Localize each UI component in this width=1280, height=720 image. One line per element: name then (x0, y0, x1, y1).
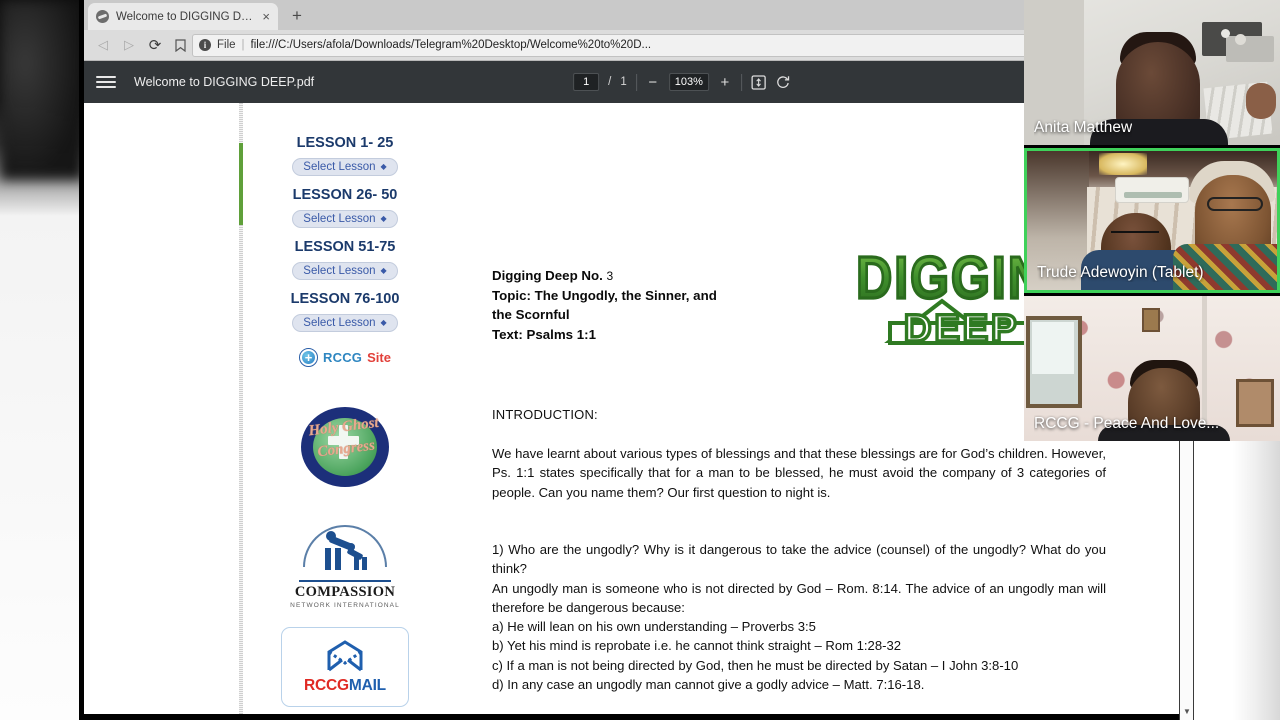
participant-name: Trude Adewoyin (Tablet) (1037, 264, 1204, 281)
select-lesson-dropdown-4[interactable]: Select Lesson ◆ (292, 314, 398, 332)
site-info-icon[interactable]: i (199, 39, 211, 51)
rccgmail-word2: MAIL (348, 676, 386, 694)
question-1-answer: An ungodly man is someone who is not dir… (492, 580, 1106, 615)
scroll-down-icon[interactable]: ▼ (1180, 705, 1194, 718)
lesson-topic-line2: the Scornful (492, 307, 570, 323)
participant-name: RCCG - Peace And Love... (1034, 415, 1220, 432)
fit-to-page-icon[interactable] (751, 74, 766, 90)
browser-tab[interactable]: Welcome to DIGGING DEEP.pdf × (88, 3, 278, 30)
divider (740, 73, 742, 91)
lesson-number-label: Digging Deep No. (492, 268, 607, 283)
question-1-point-b: b) Yet his mind is reprobate i.e. he can… (492, 638, 902, 654)
pdf-file-name: Welcome to DIGGING DEEP.pdf (134, 75, 315, 89)
desktop-background (0, 0, 84, 720)
page-gutter (239, 103, 243, 720)
tab-title: Welcome to DIGGING DEEP.pdf (116, 10, 255, 23)
chevron-updown-icon: ◆ (380, 214, 387, 223)
holy-ghost-congress-logo[interactable]: Holy Ghost Congress (293, 401, 397, 493)
compassion-title: COMPASSION (294, 584, 396, 600)
question-1-point-a: a) He will lean on his own understanding… (492, 619, 816, 635)
globe-icon (96, 10, 109, 23)
lesson-group-title: LESSON 1- 25 (296, 135, 394, 151)
participant-tile-anita-matthew[interactable]: Anita Matthew (1024, 0, 1280, 145)
rccgmail-word1: RCCG (304, 676, 349, 694)
compassion-mark-icon (299, 523, 391, 579)
select-lesson-label: Select Lesson (303, 213, 376, 225)
question-1-text: 1) Who are the ungodly? Why is it danger… (492, 542, 1106, 577)
lesson-topic-line1: Topic: The Ungodly, the Sinner, and (492, 287, 717, 303)
window-left-edge (79, 0, 84, 720)
tile-divider (1024, 293, 1280, 296)
question-1-point-c: c) If a man is not being directed by God… (492, 657, 1019, 673)
question-1-block: 1) Who are the ungodly? Why is it danger… (492, 540, 1106, 694)
lesson-header: Digging Deep No. 3 Topic: The Ungodly, t… (492, 266, 822, 345)
rccg-site-link[interactable]: RCCG Site (299, 348, 391, 367)
rccgmail-logo[interactable]: RCCGMAIL (281, 627, 409, 707)
svg-text:DEEP: DEEP (904, 308, 1019, 347)
back-button[interactable]: ◁ (90, 32, 116, 58)
zoom-level-value[interactable]: 103% (668, 73, 709, 91)
zoom-in-button[interactable]: + (718, 75, 732, 90)
participant-tile-trude-adewoyin[interactable]: Trude Adewoyin (Tablet) (1024, 148, 1280, 293)
url-text[interactable]: file:///C:/Users/afola/Downloads/Telegra… (251, 39, 1083, 51)
lesson-number: 3 (606, 269, 614, 283)
lesson-group-title: LESSON 51-75 (294, 239, 396, 255)
page-bottom-cutoff (84, 714, 1194, 720)
lesson-group-title: LESSON 26- 50 (292, 187, 398, 203)
scheme-label: File (217, 39, 236, 51)
chevron-updown-icon: ◆ (380, 266, 387, 275)
select-lesson-label: Select Lesson (303, 265, 376, 277)
page-separator: / (608, 76, 612, 88)
participant-tile-rccg-peace-and-love[interactable]: RCCG - Peace And Love... (1024, 296, 1280, 441)
address-bar[interactable]: i File | file:///C:/Users/afola/Download… (192, 33, 1104, 57)
tile-divider (1024, 145, 1280, 148)
select-lesson-dropdown-3[interactable]: Select Lesson ◆ (292, 262, 398, 280)
close-icon[interactable]: × (262, 10, 270, 23)
chevron-updown-icon: ◆ (380, 318, 387, 327)
compassion-network-logo[interactable]: COMPASSION NETWORK INTERNATIONAL (286, 523, 404, 609)
reload-button[interactable]: ⟳ (142, 32, 168, 58)
divider (635, 73, 637, 91)
select-lesson-dropdown-2[interactable]: Select Lesson ◆ (292, 210, 398, 228)
menu-icon[interactable] (96, 76, 116, 88)
lesson-group-title: LESSON 76-100 (290, 291, 400, 307)
pdf-page-controls: 1 / 1 − 103% + (573, 73, 791, 91)
rccgmail-wordmark: RCCGMAIL (304, 677, 386, 695)
divider (299, 580, 391, 582)
introduction-heading: INTRODUCTION: (492, 407, 598, 422)
rotate-icon[interactable] (775, 74, 791, 90)
lesson-text-reference: Text: Psalms 1:1 (492, 327, 596, 343)
screen: Welcome to DIGGING DEEP.pdf × + ◁ ▷ ⟳ i … (0, 0, 1280, 720)
rccg-site-label: Site (367, 350, 391, 365)
document-sidebar: LESSON 1- 25 Select Lesson ◆ LESSON 26- … (260, 131, 430, 707)
rccg-badge-icon (299, 348, 319, 367)
bookmark-icon[interactable] (168, 32, 192, 58)
page-total: 1 (620, 76, 627, 88)
new-tab-button[interactable]: + (284, 3, 310, 29)
page-number-input[interactable]: 1 (573, 73, 600, 91)
participant-name: Anita Matthew (1034, 119, 1133, 136)
chevron-updown-icon: ◆ (380, 162, 387, 171)
forward-button[interactable]: ▷ (116, 32, 142, 58)
zoom-out-button[interactable]: − (646, 75, 660, 90)
video-participant-list: Anita Matthew Trude Adewoyin (Tablet) RC… (1024, 0, 1280, 441)
introduction-paragraph: We have learnt about various types of bl… (492, 446, 1106, 500)
rccg-brand-label: RCCG (323, 350, 363, 365)
select-lesson-label: Select Lesson (303, 161, 376, 173)
bookmark-glyph (174, 38, 186, 52)
omnibox-separator: | (241, 39, 245, 51)
compassion-subtitle: NETWORK INTERNATIONAL (290, 602, 400, 609)
select-lesson-dropdown-1[interactable]: Select Lesson ◆ (292, 158, 398, 176)
question-1-point-d: d) In any case an ungodly man cannot giv… (492, 677, 925, 693)
envelope-icon (323, 639, 367, 674)
select-lesson-label: Select Lesson (303, 317, 376, 329)
